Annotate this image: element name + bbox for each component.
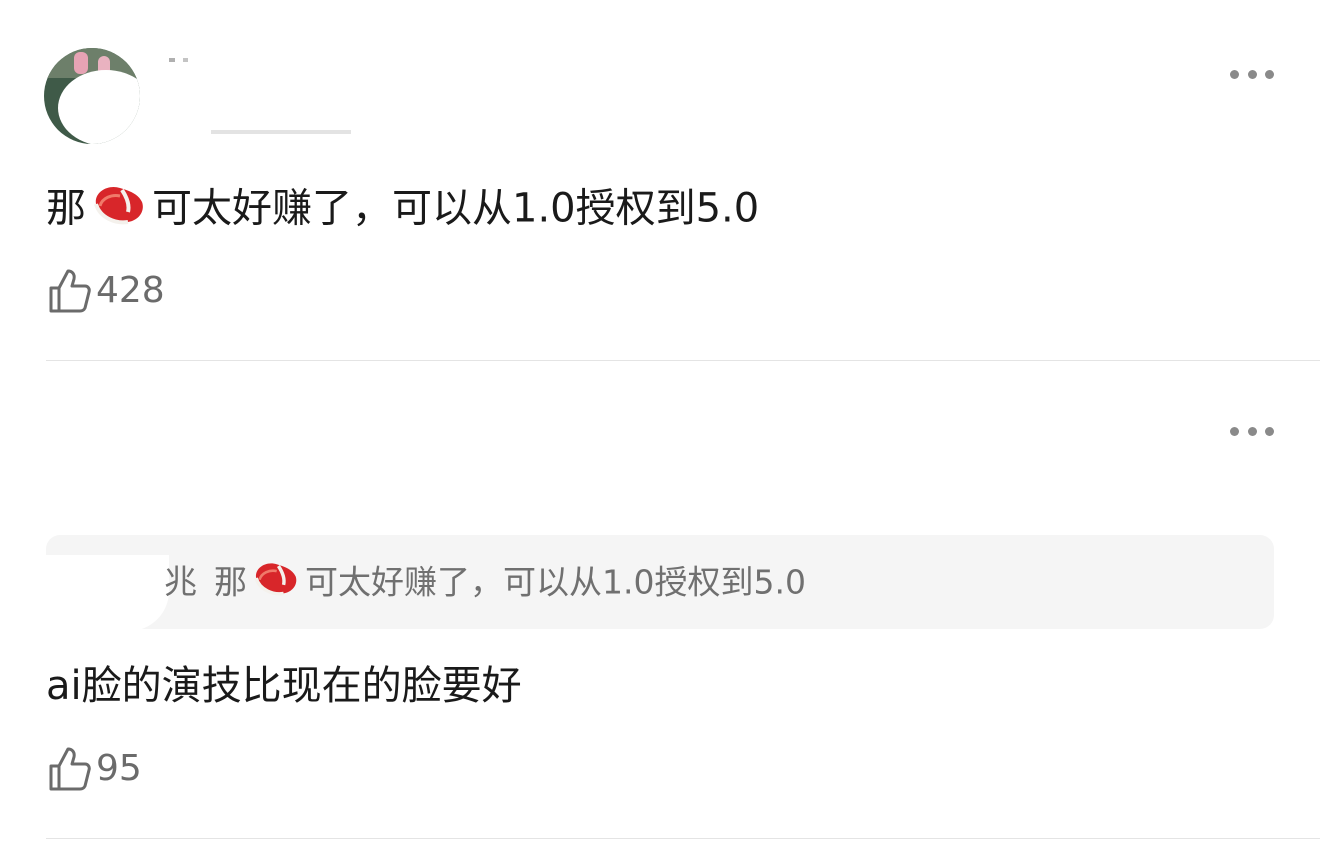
comment-text-before: 那: [46, 185, 86, 232]
username-redacted: [165, 56, 365, 140]
avatar-image: [44, 48, 140, 144]
quoted-author-redacted: [44, 555, 169, 631]
quoted-text-after: 可太好赚了，可以从1.0授权到5.0: [305, 562, 806, 602]
quoted-text-before: 那: [214, 562, 247, 602]
like-count: 95: [96, 748, 142, 789]
comment-text: ai脸的演技比现在的脸要好: [46, 663, 522, 709]
comment-text-after: 可太好赚了，可以从1.0授权到5.0: [152, 185, 760, 232]
quoted-text: 那 可太好赚了，可以从1.0授权到5.0: [214, 559, 806, 609]
like-button[interactable]: 428: [48, 268, 165, 314]
comment-text: 那 可太好赚了，可以从1.0授权到5.0: [46, 182, 759, 239]
thumbs-up-icon: [49, 747, 91, 791]
more-options-icon[interactable]: [1230, 67, 1274, 81]
steak-emoji-icon: [90, 182, 146, 239]
comment-item: 兆 那 可太好赚了，可以从1.0授权到5.0 ai脸的演技比现在的脸要好 95: [0, 362, 1320, 842]
more-options-icon[interactable]: [1230, 424, 1274, 438]
like-button[interactable]: 95: [48, 746, 142, 792]
quoted-comment[interactable]: 兆 那 可太好赚了，可以从1.0授权到5.0: [44, 535, 1274, 631]
comment-item: 那 可太好赚了，可以从1.0授权到5.0 428: [0, 0, 1320, 362]
steak-emoji-icon: [251, 559, 299, 609]
avatar[interactable]: [44, 48, 140, 144]
quoted-author-name: 兆: [164, 562, 197, 601]
divider: [46, 360, 1320, 361]
thumbs-up-icon: [49, 269, 91, 313]
divider: [46, 838, 1320, 839]
like-count: 428: [96, 270, 165, 311]
comment-list: 那可太好赚了，可以从1.0授权到5.0 428 兆 那可太好赚了，可以从1.0授…: [0, 0, 1320, 842]
